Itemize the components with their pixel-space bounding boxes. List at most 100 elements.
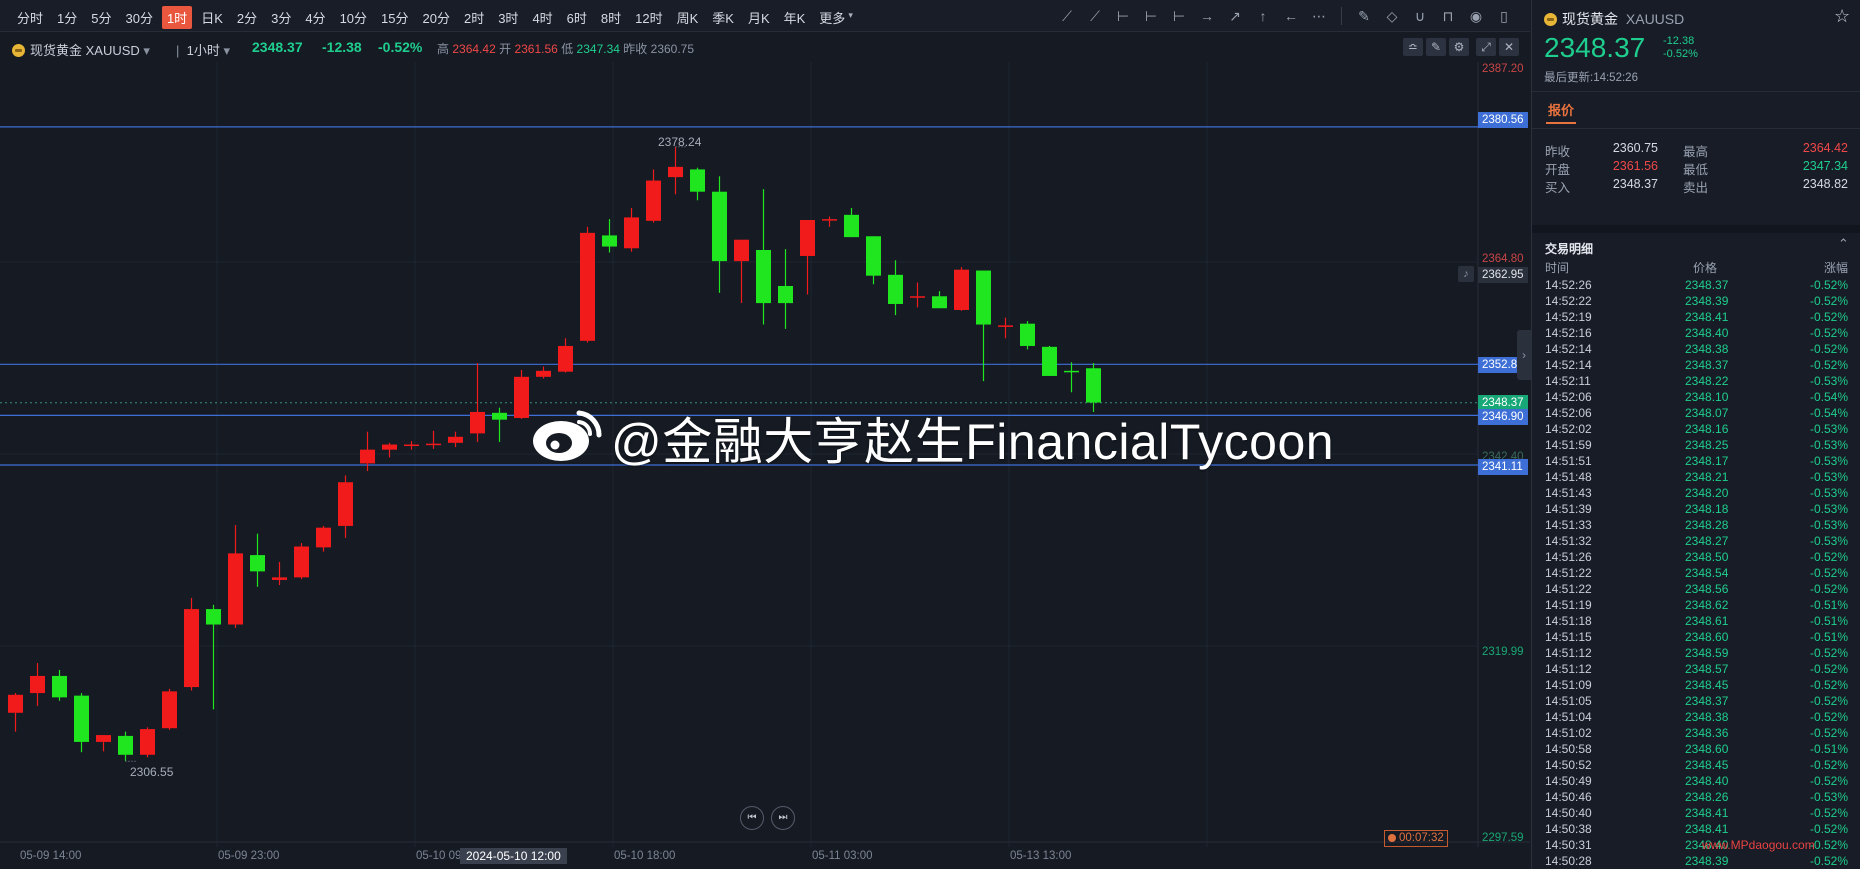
timeframe-button[interactable]: 10分 bbox=[335, 6, 372, 29]
replay-next-icon[interactable]: ⏭ bbox=[771, 806, 795, 830]
timeframe-list: 分时 1分 5分 30分 1时 日K 2分 3分 4分 10分 15分 20分 2时 3时 4时 6时 8时 12… bbox=[12, 6, 853, 29]
lock-icon[interactable]: ⊓ bbox=[1436, 6, 1460, 26]
panel-divider bbox=[1532, 128, 1860, 129]
trade-time: 14:51:59 bbox=[1545, 438, 1592, 452]
bell-icon[interactable]: ♪ bbox=[1458, 266, 1474, 282]
trade-row: 14:50:49 2348.40 -0.52% bbox=[1545, 773, 1848, 789]
panel-divider bbox=[1532, 91, 1860, 92]
candle-body bbox=[602, 235, 617, 247]
header-price: 2348.37 bbox=[252, 39, 303, 55]
eye-icon[interactable]: ◉ bbox=[1464, 6, 1488, 26]
replay-prev-icon[interactable]: ⏮ bbox=[740, 806, 764, 830]
timeframe-button[interactable]: 2分 bbox=[232, 6, 262, 29]
trade-price: 2348.45 bbox=[1685, 758, 1729, 772]
timeframe-button[interactable]: 30分 bbox=[120, 6, 157, 29]
trade-row: 14:52:16 2348.40 -0.52% bbox=[1545, 325, 1848, 341]
arrow-up-right-tool-icon[interactable]: ↗ bbox=[1223, 6, 1247, 26]
ray-tool-icon[interactable]: ⟋ bbox=[1083, 6, 1107, 26]
trade-price: 2348.60 bbox=[1685, 630, 1729, 644]
collapse-up-icon[interactable]: ⌃ bbox=[1838, 236, 1849, 252]
timeframe-button[interactable]: 周K bbox=[672, 6, 704, 29]
high-annotation: 2378.24 bbox=[658, 135, 702, 149]
hline-tag-3[interactable]: 2346.90 bbox=[1478, 409, 1528, 425]
trade-price: 2348.38 bbox=[1685, 710, 1729, 724]
trade-time: 14:52:14 bbox=[1545, 342, 1592, 356]
timeframe-button[interactable]: 1时 bbox=[161, 6, 193, 29]
arrow-right-tool-icon[interactable]: → bbox=[1195, 6, 1219, 26]
line-segment-tool-icon[interactable]: ⟋ bbox=[1055, 6, 1079, 26]
horizontal-segment-tool-icon[interactable]: ⊢ bbox=[1167, 6, 1191, 26]
pen-icon[interactable]: ✎ bbox=[1426, 38, 1446, 56]
trade-time: 14:50:46 bbox=[1545, 790, 1592, 804]
timeframe-button[interactable]: 更多 bbox=[814, 6, 850, 29]
expand-icon[interactable]: ⤢ bbox=[1476, 38, 1496, 56]
stat-label: 买入 bbox=[1545, 181, 1571, 195]
candle-body bbox=[668, 166, 683, 178]
timeframe-button[interactable]: 15分 bbox=[376, 6, 413, 29]
trade-row: 14:50:46 2348.26 -0.53% bbox=[1545, 789, 1848, 805]
more-tools-icon[interactable]: ⋯ bbox=[1307, 6, 1331, 26]
chevron-down-icon: ▾ bbox=[848, 10, 853, 20]
timeframe-button[interactable]: 月K bbox=[743, 6, 775, 29]
trade-price: 2348.59 bbox=[1685, 646, 1729, 660]
settings-icon[interactable]: ⚙ bbox=[1449, 38, 1469, 56]
trade-row: 14:51:12 2348.57 -0.52% bbox=[1545, 661, 1848, 677]
timeframe-button[interactable]: 8时 bbox=[596, 6, 626, 29]
symbol-selector[interactable]: 现货黄金 XAUUSD ▾ bbox=[12, 40, 150, 59]
timeframe-button[interactable]: 2时 bbox=[459, 6, 489, 29]
low-annotation: 2306.55 bbox=[130, 765, 174, 779]
magnet-icon[interactable]: ∪ bbox=[1408, 6, 1432, 26]
timeframe-button[interactable]: 4分 bbox=[300, 6, 330, 29]
favorite-star-icon[interactable]: ☆ bbox=[1834, 6, 1850, 27]
y-axis-label-3: 2319.99 bbox=[1482, 646, 1524, 658]
timeframe-button[interactable]: 12时 bbox=[630, 6, 667, 29]
timeframe-button[interactable]: 5分 bbox=[86, 6, 116, 29]
close-icon[interactable]: ✕ bbox=[1499, 38, 1519, 56]
time-label-6: 05-13 13:00 bbox=[1010, 850, 1072, 862]
candle-body bbox=[1086, 368, 1101, 403]
trade-row: 14:52:11 2348.22 -0.53% bbox=[1545, 373, 1848, 389]
trade-price: 2348.60 bbox=[1685, 742, 1729, 756]
trade-time: 14:52:26 bbox=[1545, 278, 1592, 292]
timeframe-button[interactable]: 季K bbox=[707, 6, 739, 29]
timeframe-button[interactable]: 3时 bbox=[493, 6, 523, 29]
alert-price-tag[interactable]: 2362.95 bbox=[1478, 267, 1528, 283]
trade-row: 14:51:48 2348.21 -0.53% bbox=[1545, 469, 1848, 485]
trade-price: 2348.17 bbox=[1685, 454, 1729, 468]
eraser-icon[interactable]: ◇ bbox=[1380, 6, 1404, 26]
candle-body bbox=[294, 546, 309, 578]
trade-change: -0.52% bbox=[1809, 566, 1848, 580]
panel-symbol: 现货黄金 XAUUSD bbox=[1544, 9, 1684, 29]
hline-tag-1[interactable]: 2380.56 bbox=[1478, 112, 1528, 128]
panel-collapse-icon[interactable]: › bbox=[1517, 330, 1531, 380]
horizontal-ray-tool-icon[interactable]: ⊢ bbox=[1139, 6, 1163, 26]
arrow-up-tool-icon[interactable]: ↑ bbox=[1251, 6, 1275, 26]
edit-icon[interactable]: ✎ bbox=[1352, 6, 1376, 26]
candle-countdown: 00:07:32 bbox=[1384, 830, 1448, 847]
trash-icon[interactable]: ▯ bbox=[1492, 6, 1516, 26]
arrow-left-tool-icon[interactable]: ← bbox=[1279, 6, 1303, 26]
trade-price: 2348.25 bbox=[1685, 438, 1729, 452]
timeframe-button[interactable]: 20分 bbox=[418, 6, 455, 29]
trade-row: 14:52:22 2348.39 -0.52% bbox=[1545, 293, 1848, 309]
timeframe-button[interactable]: 3分 bbox=[266, 6, 296, 29]
timeframe-button[interactable]: 日K bbox=[196, 6, 228, 29]
panel-pct: -0.52% bbox=[1663, 48, 1698, 60]
tab-quote[interactable]: 报价 bbox=[1548, 100, 1574, 119]
timeframe-button[interactable]: 4时 bbox=[527, 6, 557, 29]
y-axis-label-top: 2387.20 bbox=[1482, 63, 1524, 75]
hline-tag-4[interactable]: 2341.11 bbox=[1478, 459, 1528, 475]
indicator-icon[interactable]: ≏ bbox=[1403, 38, 1423, 56]
prev-label: 昨收 bbox=[623, 42, 648, 56]
trade-row: 14:50:40 2348.41 -0.52% bbox=[1545, 805, 1848, 821]
clock-icon bbox=[1388, 834, 1396, 842]
timeframe-button[interactable]: 1分 bbox=[52, 6, 82, 29]
trade-price: 2348.18 bbox=[1685, 502, 1729, 516]
timeframe-button[interactable]: 年K bbox=[779, 6, 811, 29]
timeframe-button[interactable]: 分时 bbox=[12, 6, 48, 29]
low-value: 2347.34 bbox=[576, 42, 620, 56]
timeframe-button[interactable]: 6时 bbox=[562, 6, 592, 29]
horizontal-line-tool-icon[interactable]: ⊢ bbox=[1111, 6, 1135, 26]
trade-change: -0.54% bbox=[1809, 390, 1848, 404]
interval-selector[interactable]: | 1小时 ▾ bbox=[176, 40, 230, 59]
